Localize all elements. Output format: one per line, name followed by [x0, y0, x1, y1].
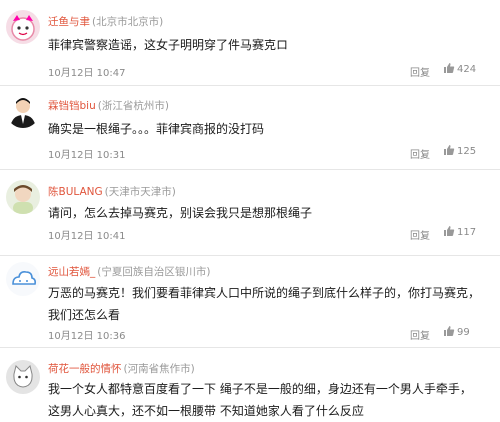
reply-button[interactable]: 回复 — [410, 327, 430, 342]
comment-item: 霖铛铛biu (浙江省杭州市) 确实是一根绳子。。。菲律宾商报的没打码 10月12… — [0, 86, 500, 170]
comment-text: 请问，怎么去掉马赛克，别误会我只是想那根绳子 — [48, 206, 313, 220]
like-count: 99 — [457, 327, 470, 338]
user-location: (天津市天津市) — [104, 186, 176, 198]
user-avatar[interactable] — [6, 94, 40, 128]
reply-button[interactable]: 回复 — [410, 227, 430, 242]
user-avatar[interactable] — [6, 360, 40, 394]
comment-item: 远山若嫣_ (宁夏回族自治区银川市) 万恶的马赛克！我们要看菲律宾人口中所说的绳子… — [0, 256, 500, 348]
like-button[interactable]: 117 — [443, 225, 476, 238]
comment-time: 10月12日 10:36 — [48, 331, 126, 342]
comment-text: 我一个女人都特意百度看了一下 绳子不是一般的细，身边还有一个男人手牵手，这男人心… — [48, 382, 472, 418]
user-location: (浙江省杭州市) — [97, 100, 169, 112]
comment-item: 荷花一般的情怀 (河南省焦作市) 我一个女人都特意百度看了一下 绳子不是一般的细，… — [0, 348, 500, 418]
like-count: 117 — [457, 227, 477, 238]
thumbs-up-icon — [444, 145, 455, 155]
like-count: 125 — [457, 146, 477, 157]
user-location: (宁夏回族自治区银川市) — [97, 266, 211, 278]
thumbs-up-icon — [444, 226, 455, 236]
thumbs-up-icon — [444, 63, 455, 73]
user-avatar[interactable] — [6, 10, 40, 44]
comment-list: 迁鱼与聿 (北京市北京市) 菲律宾警察造谣，这女子明明穿了件马赛克ロ 10月12日… — [0, 0, 500, 418]
thumbs-up-icon — [444, 326, 455, 336]
user-nickname[interactable]: 远山若嫣_ — [48, 266, 95, 278]
comment-item: 陈BULANG (天津市天津市) 请问，怎么去掉马赛克，别误会我只是想那根绳子 1… — [0, 170, 500, 256]
reply-button[interactable]: 回复 — [410, 146, 430, 161]
user-location: (河南省焦作市) — [123, 363, 195, 375]
user-nickname[interactable]: 迁鱼与聿 — [48, 16, 90, 28]
comment-time: 10月12日 10:41 — [48, 231, 126, 242]
comment-time: 10月12日 10:47 — [48, 68, 126, 79]
comment-text: 确实是一根绳子。。。菲律宾商报的没打码 — [48, 122, 265, 136]
comment-time: 10月12日 10:31 — [48, 150, 126, 161]
like-button[interactable]: 99 — [443, 325, 470, 338]
like-button[interactable]: 424 — [443, 62, 476, 75]
user-nickname[interactable]: 陈BULANG — [48, 186, 103, 198]
comment-text: 菲律宾警察造谣，这女子明明穿了件马赛克ロ — [48, 38, 289, 52]
comment-text: 万恶的马赛克！我们要看菲律宾人口中所说的绳子到底什么样子的，你打马赛克，我们还怎… — [48, 286, 481, 322]
user-avatar[interactable] — [6, 180, 40, 214]
user-nickname[interactable]: 荷花一般的情怀 — [48, 363, 122, 375]
like-count: 424 — [457, 64, 477, 75]
user-nickname[interactable]: 霖铛铛biu — [48, 100, 96, 112]
like-button[interactable]: 125 — [443, 144, 476, 157]
user-location: (北京市北京市) — [92, 16, 164, 28]
user-avatar[interactable] — [6, 262, 40, 296]
reply-button[interactable]: 回复 — [410, 64, 430, 79]
comment-item: 迁鱼与聿 (北京市北京市) 菲律宾警察造谣，这女子明明穿了件马赛克ロ 10月12日… — [0, 0, 500, 86]
